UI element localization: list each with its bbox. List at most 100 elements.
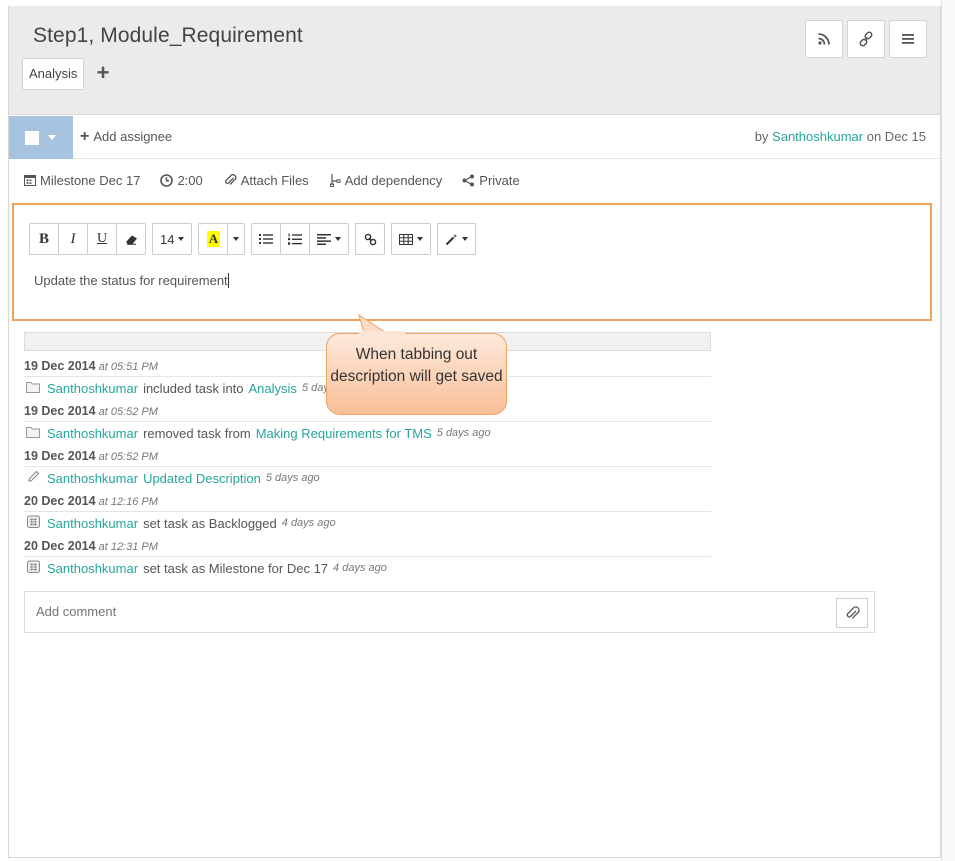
table-icon (399, 233, 414, 245)
text-cursor (227, 273, 229, 288)
eraser-icon (125, 235, 137, 245)
numbered-list-icon (288, 233, 303, 245)
chevron-down-icon (462, 237, 469, 241)
calendar-icon (24, 560, 42, 576)
description-editor[interactable]: B I U 14 A Update the status for require… (12, 203, 932, 321)
chevron-down-icon (233, 237, 240, 241)
highlight-color-button[interactable]: A (198, 223, 229, 255)
milestone-button[interactable]: Milestone Dec 17 (24, 173, 140, 188)
magic-wand-dropdown[interactable] (437, 223, 477, 255)
insert-table-dropdown[interactable] (391, 223, 432, 255)
activity-user-link[interactable]: Santhoshkumar (47, 516, 138, 531)
pencil-icon (24, 470, 42, 486)
color-dropdown-toggle[interactable] (227, 223, 246, 255)
activity-user-link[interactable]: Santhoshkumar (47, 381, 138, 396)
description-text: Update the status for requirement (34, 273, 228, 288)
activity-target-link[interactable]: Analysis (249, 381, 297, 396)
dependency-icon (329, 174, 341, 187)
privacy-label: Private (479, 172, 520, 188)
numbered-list-button[interactable] (280, 223, 311, 255)
activity-relative-time: 4 days ago (281, 517, 336, 529)
activity-user-link[interactable]: Santhoshkumar (47, 471, 138, 486)
right-scroll-rail[interactable] (941, 0, 955, 861)
assignee-row: + Add assignee by Santhoshkumar on Dec 15 (9, 116, 940, 159)
activity-action: included task into (143, 380, 244, 396)
activity-relative-time: 5 days ago (436, 427, 491, 439)
comment-box (24, 591, 875, 633)
activity-time: at 05:52 PM (98, 406, 158, 418)
callout-pointer-cover (359, 331, 405, 338)
checkbox[interactable] (25, 130, 39, 145)
underline-button[interactable]: U (87, 223, 117, 255)
author-link[interactable]: Santhoshkumar (772, 129, 863, 144)
activity-target-link[interactable]: Making Requirements for TMS (256, 426, 432, 441)
calendar-icon (24, 175, 36, 186)
activity-relative-time: 4 days ago (333, 562, 387, 574)
activity-action: set task as Backlogged (143, 515, 277, 531)
activity-user-link[interactable]: Santhoshkumar (47, 426, 138, 441)
share-icon (462, 174, 475, 186)
activity-relative-time: 5 days ago (265, 472, 320, 484)
menu-button[interactable] (889, 20, 927, 58)
activity-target-link[interactable]: Updated Description (143, 471, 261, 486)
activity-date: 19 Dec 2014 at 05:52 PM (24, 404, 158, 418)
activity-time: at 12:31 PM (98, 541, 158, 553)
paragraph-group (251, 223, 350, 256)
bold-button[interactable]: B (29, 223, 59, 255)
tag-analysis[interactable]: Analysis (22, 58, 85, 90)
calendar-icon (24, 515, 42, 531)
add-dependency-label: Add dependency (344, 172, 443, 188)
menu-icon (902, 34, 914, 44)
align-dropdown[interactable] (309, 223, 350, 255)
font-size-dropdown[interactable]: 14 (152, 223, 193, 255)
activity-line: Santhoshkumar Updated Description 5 days a… (24, 466, 711, 489)
select-checkbox-dropdown[interactable] (9, 116, 73, 159)
italic-button[interactable]: I (58, 223, 88, 255)
task-title[interactable]: Step1, Module_Requirement (33, 24, 303, 48)
table-group (391, 223, 432, 256)
align-left-icon (317, 233, 332, 245)
activity-line: Santhoshkumar removed task from Making Req… (24, 421, 711, 444)
text-style-group: B I U (29, 223, 146, 256)
attach-files-label: Attach Files (240, 172, 309, 188)
privacy-button[interactable]: Private (462, 172, 520, 188)
link-icon (364, 233, 377, 245)
by-prefix: by (754, 129, 769, 144)
annotation-callout: When tabbing out description will get sa… (326, 333, 507, 415)
rss-button[interactable] (805, 20, 843, 58)
color-group: A (198, 223, 246, 256)
activity-time: at 05:51 PM (98, 361, 158, 373)
add-assignee-button[interactable]: + Add assignee (80, 128, 172, 146)
bullet-list-button[interactable] (251, 223, 282, 255)
editor-content[interactable]: Update the status for requirement (34, 273, 229, 288)
comment-input[interactable] (34, 603, 814, 620)
font-size-group: 14 (152, 223, 193, 256)
folder-icon (24, 381, 42, 396)
plus-icon: + (80, 128, 90, 145)
chevron-down-icon (335, 237, 342, 241)
activity-date: 19 Dec 2014 at 05:52 PM (24, 449, 158, 463)
add-assignee-label: Add assignee (93, 129, 173, 144)
copy-link-button[interactable] (847, 20, 885, 58)
insert-link-button[interactable] (355, 223, 386, 255)
add-tag-button[interactable]: + (95, 60, 111, 86)
add-dependency-button[interactable]: Add dependency (329, 172, 443, 188)
comment-attach-button[interactable] (836, 598, 868, 628)
created-date: on Dec 15 (866, 129, 926, 144)
activity-item: 20 Dec 2014 at 12:31 PM Santhoshkumar set t… (24, 536, 711, 581)
activity-date: 19 Dec 2014 at 05:51 PM (24, 359, 158, 373)
activity-date: 20 Dec 2014 at 12:31 PM (24, 539, 158, 553)
chevron-down-icon (417, 237, 424, 241)
task-header: Step1, Module_Requirement Analysis + (9, 6, 940, 115)
link-group (355, 223, 386, 256)
activity-item: 19 Dec 2014 at 05:52 PM Santhoshkumar Updat… (24, 446, 711, 491)
time-estimate-button[interactable]: 2:00 (160, 173, 203, 188)
rss-icon (818, 33, 830, 45)
misc-group (437, 223, 477, 256)
magic-wand-icon (446, 233, 458, 245)
activity-line: Santhoshkumar set task as Milestone for D… (24, 556, 711, 579)
clear-format-button[interactable] (116, 223, 146, 255)
folder-icon (24, 426, 42, 441)
activity-user-link[interactable]: Santhoshkumar (47, 561, 138, 576)
attach-files-button[interactable]: Attach Files (223, 173, 309, 188)
